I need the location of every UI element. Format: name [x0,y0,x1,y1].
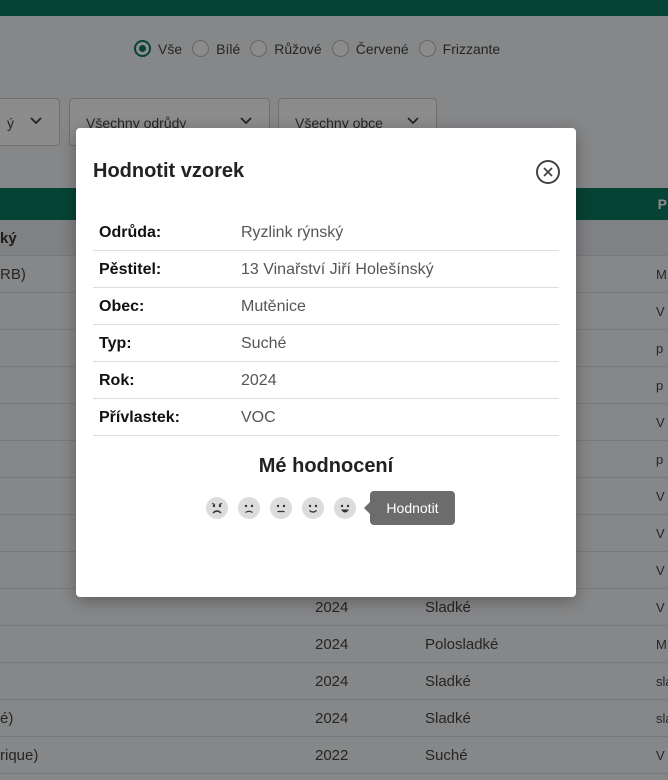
detail-value: Suché [241,335,287,352]
rating-button-3[interactable] [270,497,292,519]
rating-button-1[interactable] [206,497,228,519]
sad-face-icon [244,504,254,514]
rating-button-2[interactable] [238,497,260,519]
detail-row-year: Rok: 2024 [93,362,559,399]
detail-label: Přívlastek: [99,409,180,426]
detail-value: Mutěnice [241,298,306,315]
modal-title: Hodnotit vzorek [93,160,245,182]
detail-label: Obec: [99,298,145,315]
rating-button-4[interactable] [302,497,324,519]
detail-label: Rok: [99,372,135,389]
detail-row-attribute: Přívlastek: VOC [93,399,559,436]
neutral-face-icon [276,504,286,513]
detail-value: VOC [241,409,276,426]
detail-row-village: Obec: Mutěnice [93,288,559,325]
very-happy-face-icon [340,504,350,513]
rating-button-5[interactable] [334,497,356,519]
detail-row-type: Typ: Suché [93,325,559,362]
detail-row-variety: Odrůda: Ryzlink rýnský [93,214,559,251]
detail-row-grower: Pěstitel: 13 Vinařství Jiří Holešínský [93,251,559,288]
detail-value: Ryzlink rýnský [241,224,344,241]
happy-face-icon [308,504,318,513]
detail-label: Odrůda: [99,224,162,241]
close-button[interactable] [536,160,560,184]
detail-value: 13 Vinařství Jiří Holešínský [241,261,434,278]
rating-title: Mé hodnocení [258,455,394,477]
sample-details: Odrůda: Ryzlink rýnský Pěstitel: 13 Vinařs… [93,214,559,436]
rate-sample-modal: Hodnotit vzorek Odrůda: Ryzlink rýnský Pě… [76,128,576,597]
detail-label: Pěstitel: [99,261,162,278]
rating-faces [206,497,356,519]
detail-label: Typ: [99,335,132,352]
very-sad-face-icon [211,503,223,514]
detail-value: 2024 [241,372,277,389]
rate-tooltip: Hodnotit [364,491,455,525]
close-icon [543,167,553,177]
